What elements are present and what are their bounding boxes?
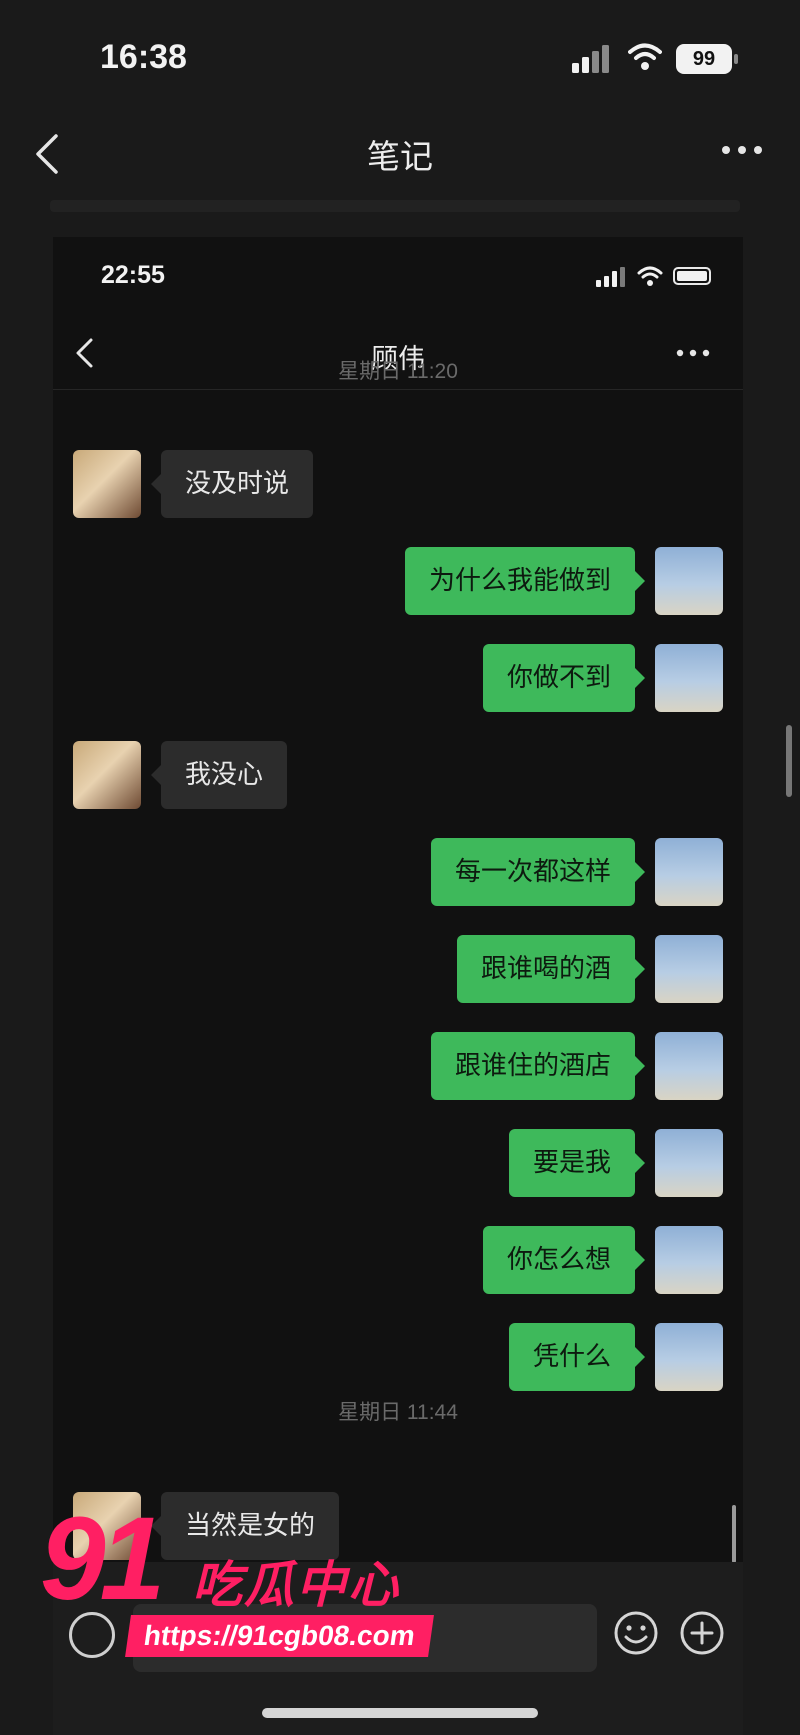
message-bubble-sent[interactable]: 凭什么 [508, 1323, 646, 1391]
more-dots-icon[interactable] [720, 140, 764, 160]
header-divider [53, 389, 743, 390]
message-bubble-sent[interactable]: 你怎么想 [482, 1226, 646, 1294]
message-bubble-received[interactable]: 当然是女的 [150, 1492, 340, 1560]
outer-status-time: 16:38 [100, 38, 187, 76]
message-bubble-sent[interactable]: 为什么我能做到 [404, 547, 646, 615]
watermark-logo-number: 91 [40, 1493, 165, 1625]
chat-scrollbar[interactable] [732, 1505, 736, 1563]
user-avatar[interactable] [655, 1032, 723, 1100]
signal-icon [572, 45, 609, 73]
message-bubble-received[interactable]: 没及时说 [150, 450, 314, 518]
wifi-icon [637, 266, 663, 286]
emoji-icon[interactable] [613, 1610, 659, 1656]
timestamp: 星期日 11:44 [338, 1401, 458, 1424]
user-avatar[interactable] [655, 547, 723, 615]
user-avatar[interactable] [655, 838, 723, 906]
message-bubble-sent[interactable]: 每一次都这样 [430, 838, 646, 906]
message-bubble-sent[interactable]: 跟谁喝的酒 [456, 935, 646, 1003]
user-avatar[interactable] [655, 1226, 723, 1294]
wifi-icon [628, 43, 662, 70]
home-indicator[interactable] [262, 1708, 538, 1718]
user-avatar[interactable] [655, 1129, 723, 1197]
user-avatar[interactable] [655, 644, 723, 712]
message-bubble-sent[interactable]: 跟谁住的酒店 [430, 1032, 646, 1100]
contact-avatar[interactable] [73, 741, 141, 809]
message-bubble-sent[interactable]: 你做不到 [482, 644, 646, 712]
battery-icon [673, 267, 711, 285]
user-avatar[interactable] [655, 1323, 723, 1391]
contact-avatar[interactable] [73, 450, 141, 518]
inner-status-time: 22:55 [101, 261, 165, 289]
plus-icon[interactable] [679, 1610, 725, 1656]
timestamp: 星期日 11:20 [338, 360, 458, 383]
battery-level: 99 [676, 44, 738, 74]
user-avatar[interactable] [655, 935, 723, 1003]
watermark-logo-name: 吃瓜中心 [192, 1556, 400, 1614]
message-bubble-received[interactable]: 我没心 [150, 741, 288, 809]
signal-icon [596, 267, 625, 287]
watermark-url: https://91cgb08.com [125, 1615, 434, 1657]
page-title: 笔记 [367, 137, 433, 176]
message-bubble-sent[interactable]: 要是我 [508, 1129, 646, 1197]
page-scrollbar[interactable] [786, 725, 792, 797]
note-divider [50, 200, 740, 212]
